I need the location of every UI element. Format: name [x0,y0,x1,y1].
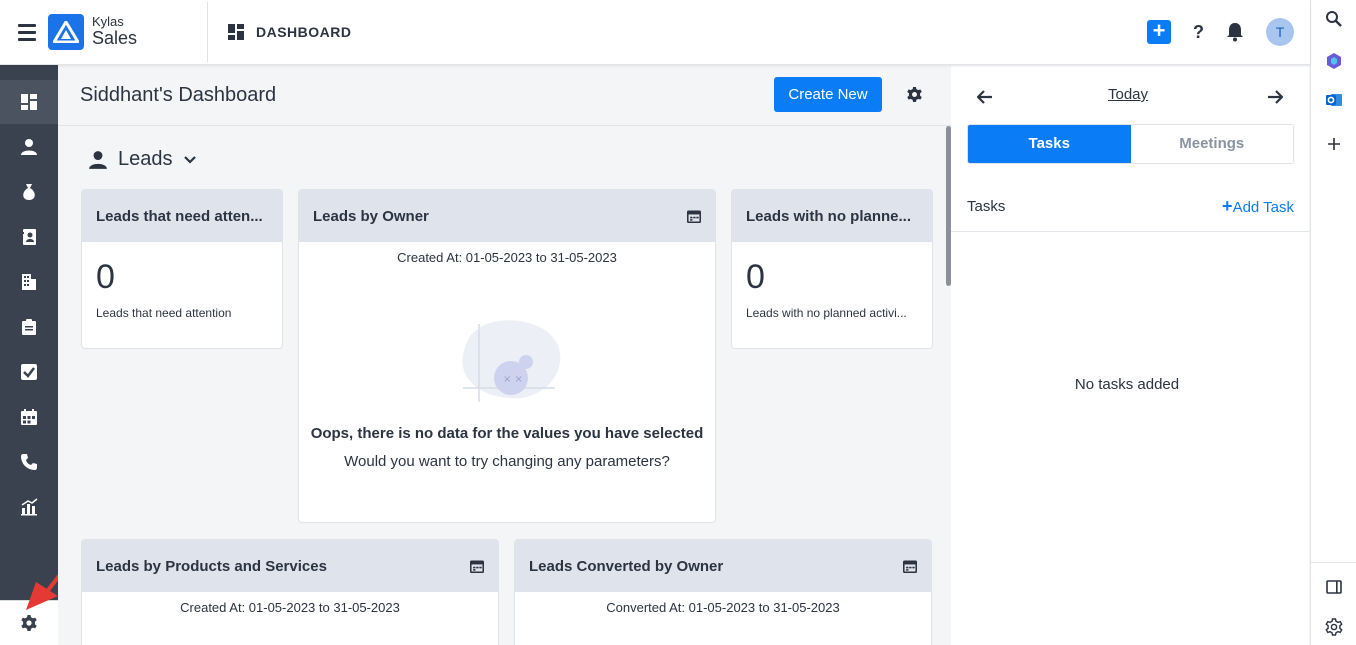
card-title: Leads with no planne... [746,207,912,225]
card-title: Leads that need atten... [96,207,263,225]
page-title: Siddhant's Dashboard [80,84,277,106]
today-link[interactable]: Today [1108,86,1148,103]
card-title: Leads Converted by Owner [529,557,724,575]
add-icon[interactable] [1325,135,1343,153]
contact-book-icon [21,229,36,245]
no-data-illustration: × × [462,320,561,402]
card-title: Leads by Products and Services [96,557,327,575]
date-navigator: Today [951,86,1309,116]
kylas-logo [48,14,84,50]
dashboard-main: Siddhant's Dashboard Create New Leads Le… [58,66,951,645]
calendar-icon[interactable] [903,559,917,573]
nav-dashboard[interactable] [0,80,58,124]
empty-subtitle: Would you want to try changing any param… [344,453,670,470]
add-task-button[interactable]: +Add Task [1222,196,1294,217]
outlook-icon[interactable] [1325,91,1343,109]
top-bar: Kylas Sales DASHBOARD + ? T [0,0,1310,65]
create-new-button[interactable]: Create New [774,77,882,112]
date-range: Created At: 01-05-2023 to 31-05-2023 [397,250,617,265]
dashboard-header: Siddhant's Dashboard Create New [58,66,951,126]
nav-reports[interactable] [0,485,58,529]
dashboard-icon [21,94,37,110]
divider [1311,562,1356,563]
card-leads-converted: Leads Converted by Owner Converted At: 0… [514,539,932,645]
nav-calendar[interactable] [0,395,58,439]
sidebar-toggle-icon[interactable] [1325,578,1343,596]
building-icon [22,274,36,290]
divider [207,2,208,62]
right-panel: Today Tasks Meetings Tasks +Add Task No … [951,66,1309,645]
nav-calls[interactable] [0,440,58,484]
tab-meetings[interactable]: Meetings [1130,125,1293,163]
metric-label: Leads that need attention [96,306,232,320]
money-bag-icon [23,184,35,200]
date-range: Converted At: 01-05-2023 to 31-05-2023 [606,600,840,615]
bell-icon[interactable] [1226,22,1244,42]
card-leads-no-planned: Leads with no planne... 0 Leads with no … [731,189,933,349]
card-header: Leads by Owner [299,190,715,242]
chevron-down-icon [183,155,196,164]
empty-title: Oops, there is no data for the values yo… [310,425,704,442]
metric-value: 0 [96,258,115,296]
tab-tasks[interactable]: Tasks [968,125,1131,163]
card-header: Leads that need atten... [82,190,282,242]
date-range: Created At: 01-05-2023 to 31-05-2023 [180,600,400,615]
gear-icon[interactable] [1325,618,1343,636]
card-header: Leads by Products and Services [82,540,498,592]
arrow-left-icon[interactable] [977,90,993,104]
browser-side-strip [1310,0,1356,645]
calendar-icon[interactable] [687,209,701,223]
dashboard-icon [228,24,244,40]
nav-contacts[interactable] [0,215,58,259]
checkbox-icon [21,364,37,380]
svg-text:× ×: × × [503,374,523,385]
card-header: Leads with no planne... [732,190,932,242]
nav-leads[interactable] [0,125,58,169]
nav-tasks[interactable] [0,350,58,394]
clipboard-icon [22,319,36,335]
nav-companies[interactable] [0,260,58,304]
calendar-icon [21,409,37,425]
breadcrumb: DASHBOARD [228,24,352,40]
hamburger-menu-icon[interactable] [18,23,36,41]
metric-value: 0 [746,258,765,296]
metric-label: Leads with no planned activi... [746,306,907,320]
copilot-icon[interactable] [1325,52,1343,70]
tasks-header: Tasks +Add Task [967,196,1294,217]
add-task-label: Add Task [1232,199,1294,216]
card-header: Leads Converted by Owner [515,540,931,592]
arrow-right-icon[interactable] [1267,90,1283,104]
user-avatar[interactable]: T [1266,18,1294,46]
divider [951,231,1309,232]
person-icon [89,150,107,169]
card-title: Leads by Owner [313,207,429,225]
plus-icon: + [1222,196,1233,216]
search-icon[interactable] [1325,10,1343,28]
section-label: Leads [118,148,173,170]
brand-name: Kylas Sales [92,13,138,49]
nav-quotes[interactable] [0,305,58,349]
nav-deals[interactable] [0,170,58,214]
gear-icon [21,615,37,631]
help-icon[interactable]: ? [1193,22,1204,43]
person-icon [21,139,37,155]
breadcrumb-label: DASHBOARD [256,24,352,40]
brand-bottom: Sales [92,28,138,49]
activity-tabs: Tasks Meetings [967,124,1294,164]
card-leads-attention: Leads that need atten... 0 Leads that ne… [81,189,283,349]
phone-icon [21,454,37,470]
calendar-icon[interactable] [470,559,484,573]
empty-tasks-message: No tasks added [1074,376,1180,393]
chart-icon [21,498,38,516]
tasks-label: Tasks [967,198,1006,215]
gear-icon[interactable] [906,86,923,103]
card-leads-by-products: Leads by Products and Services Created A… [81,539,499,645]
brand-top: Kylas [92,13,124,29]
section-selector[interactable]: Leads [88,148,197,171]
card-leads-by-owner: Leads by Owner Created At: 01-05-2023 to… [298,189,716,523]
quick-add-button[interactable]: + [1147,20,1171,44]
top-actions: + ? T [1147,18,1294,46]
